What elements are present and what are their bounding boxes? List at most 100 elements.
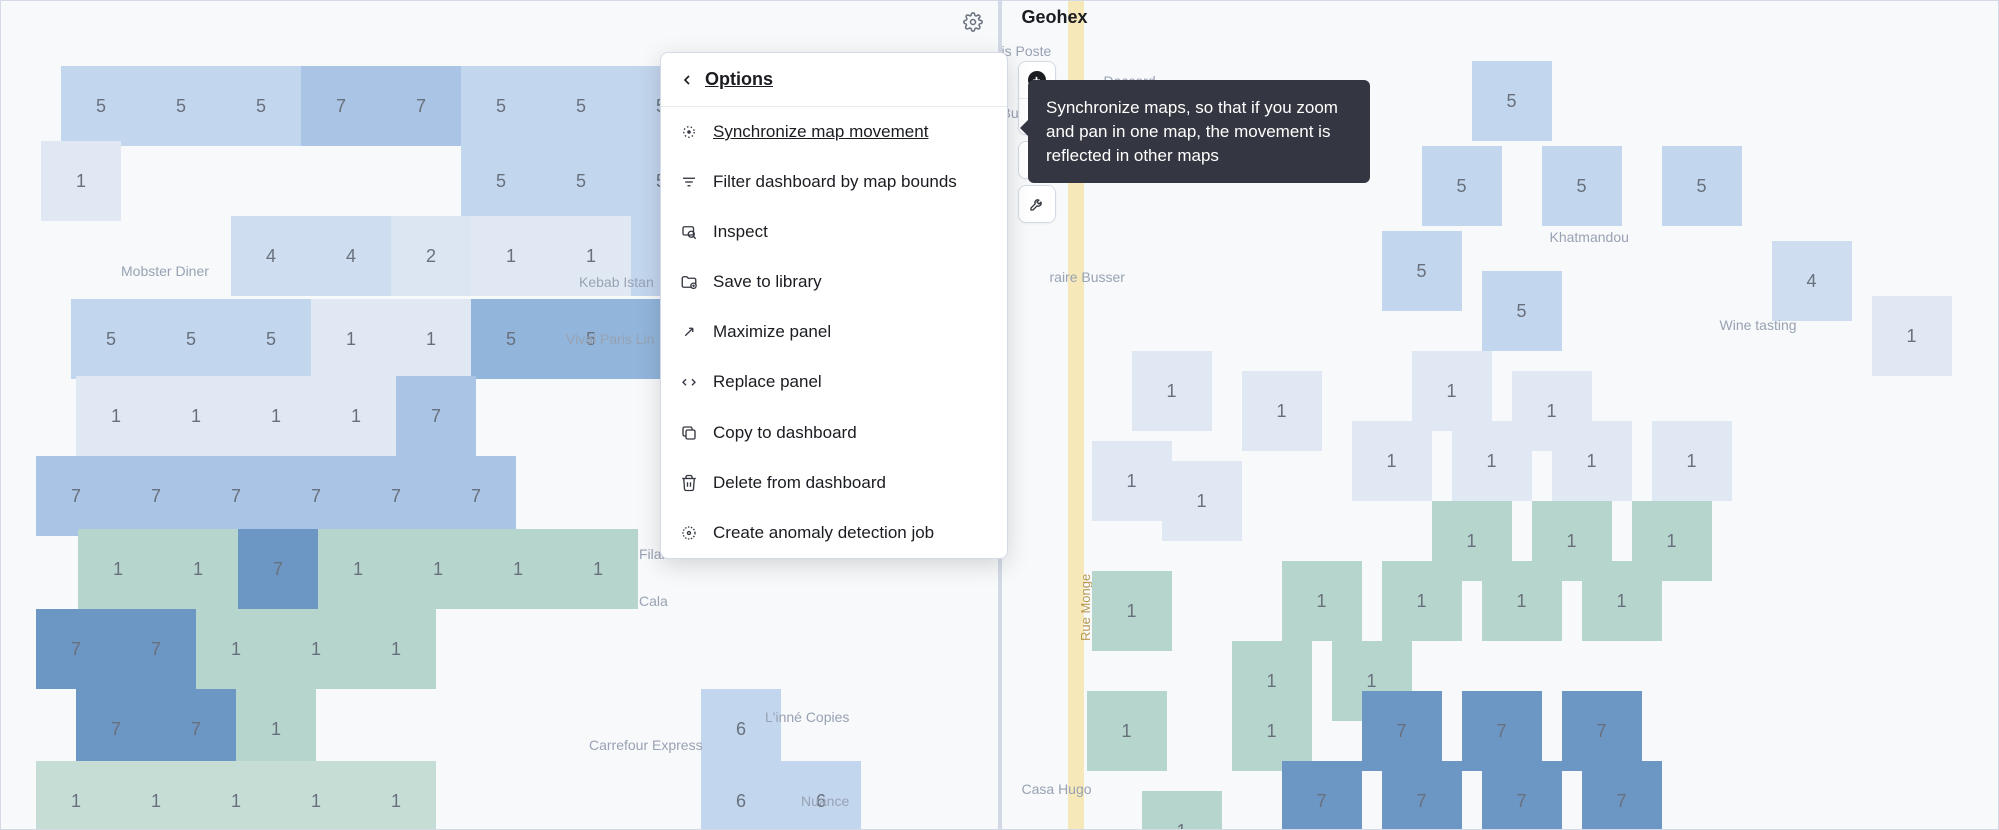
menu-label: Create anomaly detection job bbox=[713, 522, 934, 544]
panel-options-gear-button[interactable] bbox=[958, 7, 988, 37]
hex-cell: 1 bbox=[478, 529, 558, 609]
street-label: Khatmandou bbox=[1550, 229, 1629, 245]
street-label: Vival Paris Lin bbox=[566, 331, 654, 347]
hex-cell: 7 bbox=[1482, 761, 1562, 829]
menu-save-to-library[interactable]: Save to library bbox=[661, 257, 1007, 307]
menu-anomaly-detection[interactable]: Create anomaly detection job bbox=[661, 508, 1007, 558]
menu-label: Replace panel bbox=[713, 371, 822, 393]
hex-cell: 1 bbox=[1242, 371, 1322, 451]
hex-cell: 4 bbox=[231, 216, 311, 296]
tools-button[interactable] bbox=[1019, 186, 1055, 222]
street-label: Kebab Istan bbox=[579, 274, 654, 290]
inspect-icon bbox=[679, 222, 699, 242]
menu-copy-to-dashboard[interactable]: Copy to dashboard bbox=[661, 408, 1007, 458]
hex-cell: 7 bbox=[396, 376, 476, 456]
dropdown-back-header[interactable]: Options bbox=[661, 53, 1007, 107]
dropdown-title: Options bbox=[705, 69, 773, 90]
menu-label: Maximize panel bbox=[713, 321, 831, 343]
hex-cell: 1 bbox=[1232, 691, 1312, 771]
hex-cell: 7 bbox=[196, 456, 276, 536]
hex-cell: 1 bbox=[36, 761, 116, 829]
menu-label: Delete from dashboard bbox=[713, 472, 886, 494]
hex-cell: 5 bbox=[471, 299, 551, 379]
hex-cell: 5 bbox=[1382, 231, 1462, 311]
hex-cell: 1 bbox=[311, 299, 391, 379]
maximize-icon bbox=[679, 322, 699, 342]
tooltip-text: Synchronize maps, so that if you zoom an… bbox=[1046, 98, 1338, 165]
hex-cell: 5 bbox=[541, 66, 621, 146]
hex-cell: 1 bbox=[1552, 421, 1632, 501]
hex-cell: 1 bbox=[41, 141, 121, 221]
street-label: raire Busser bbox=[1050, 269, 1125, 285]
hex-cell: 7 bbox=[36, 609, 116, 689]
hex-cell: 5 bbox=[461, 141, 541, 221]
hex-cell: 7 bbox=[116, 609, 196, 689]
street-label: Nuance bbox=[801, 793, 849, 809]
panel-title: Geohex bbox=[1022, 7, 1088, 28]
menu-filter-by-bounds[interactable]: Filter dashboard by map bounds bbox=[661, 157, 1007, 207]
hex-cell: 6 bbox=[701, 761, 781, 829]
hex-cell: 1 bbox=[1087, 691, 1167, 771]
hex-cell: 5 bbox=[1662, 146, 1742, 226]
hex-cell: 1 bbox=[356, 761, 436, 829]
menu-inspect[interactable]: Inspect bbox=[661, 207, 1007, 257]
hex-cell: 7 bbox=[1562, 691, 1642, 771]
menu-delete-from-dashboard[interactable]: Delete from dashboard bbox=[661, 458, 1007, 508]
hex-cell: 5 bbox=[141, 66, 221, 146]
hex-cell: 5 bbox=[1422, 146, 1502, 226]
replace-icon bbox=[679, 373, 699, 393]
menu-synchronize-map[interactable]: Synchronize map movement bbox=[661, 107, 1007, 157]
hex-cell: 1 bbox=[316, 376, 396, 456]
hex-cell: 1 bbox=[1092, 441, 1172, 521]
hex-cell: 1 bbox=[1412, 351, 1492, 431]
hex-cell: 7 bbox=[1582, 761, 1662, 829]
copy-icon bbox=[679, 423, 699, 443]
hex-cell: 5 bbox=[231, 299, 311, 379]
hex-cell: 1 bbox=[276, 609, 356, 689]
menu-maximize-panel[interactable]: Maximize panel bbox=[661, 307, 1007, 357]
hex-cell: 1 bbox=[1382, 561, 1462, 641]
folder-plus-icon bbox=[679, 272, 699, 292]
hex-cell: 1 bbox=[1582, 561, 1662, 641]
hex-cell: 1 bbox=[116, 761, 196, 829]
hex-cell: 2 bbox=[391, 216, 471, 296]
menu-label: Save to library bbox=[713, 271, 822, 293]
hex-cell: 1 bbox=[1132, 351, 1212, 431]
hex-cell: 7 bbox=[276, 456, 356, 536]
trash-icon bbox=[679, 473, 699, 493]
hex-cell: 1 bbox=[1482, 561, 1562, 641]
hex-cell: 7 bbox=[238, 529, 318, 609]
hex-cell: 7 bbox=[1382, 761, 1462, 829]
hex-cell: 1 bbox=[196, 761, 276, 829]
wrench-icon bbox=[1029, 196, 1045, 212]
hex-cell: 5 bbox=[71, 299, 151, 379]
panel-options-dropdown: Options Synchronize map movement Filter … bbox=[660, 52, 1008, 559]
hex-cell: 1 bbox=[78, 529, 158, 609]
street-label: is Poste bbox=[1002, 43, 1052, 59]
hex-cell: 1 bbox=[356, 609, 436, 689]
hex-cell: 1 bbox=[1092, 571, 1172, 651]
filter-icon bbox=[679, 172, 699, 192]
menu-label: Inspect bbox=[713, 221, 768, 243]
street-label: Cala bbox=[639, 593, 668, 609]
ml-icon bbox=[679, 523, 699, 543]
hex-cell: 7 bbox=[1282, 761, 1362, 829]
hex-cell: 7 bbox=[1462, 691, 1542, 771]
sync-maps-tooltip: Synchronize maps, so that if you zoom an… bbox=[1028, 80, 1370, 183]
menu-replace-panel[interactable]: Replace panel bbox=[661, 357, 1007, 407]
menu-label: Copy to dashboard bbox=[713, 422, 857, 444]
hex-cell: 1 bbox=[1452, 421, 1532, 501]
hex-cell: 7 bbox=[36, 456, 116, 536]
chevron-left-icon bbox=[679, 72, 695, 88]
hex-cell: 1 bbox=[1142, 791, 1222, 829]
hex-cell: 1 bbox=[196, 609, 276, 689]
hex-cell: 7 bbox=[116, 456, 196, 536]
hex-cell: 1 bbox=[398, 529, 478, 609]
street-label: Mobster Diner bbox=[121, 263, 209, 279]
hex-cell: 1 bbox=[156, 376, 236, 456]
hex-cell: 1 bbox=[1872, 296, 1952, 376]
hex-cell: 7 bbox=[356, 456, 436, 536]
hex-cell: 1 bbox=[1652, 421, 1732, 501]
hex-cell: 1 bbox=[471, 216, 551, 296]
hex-cell: 5 bbox=[61, 66, 141, 146]
